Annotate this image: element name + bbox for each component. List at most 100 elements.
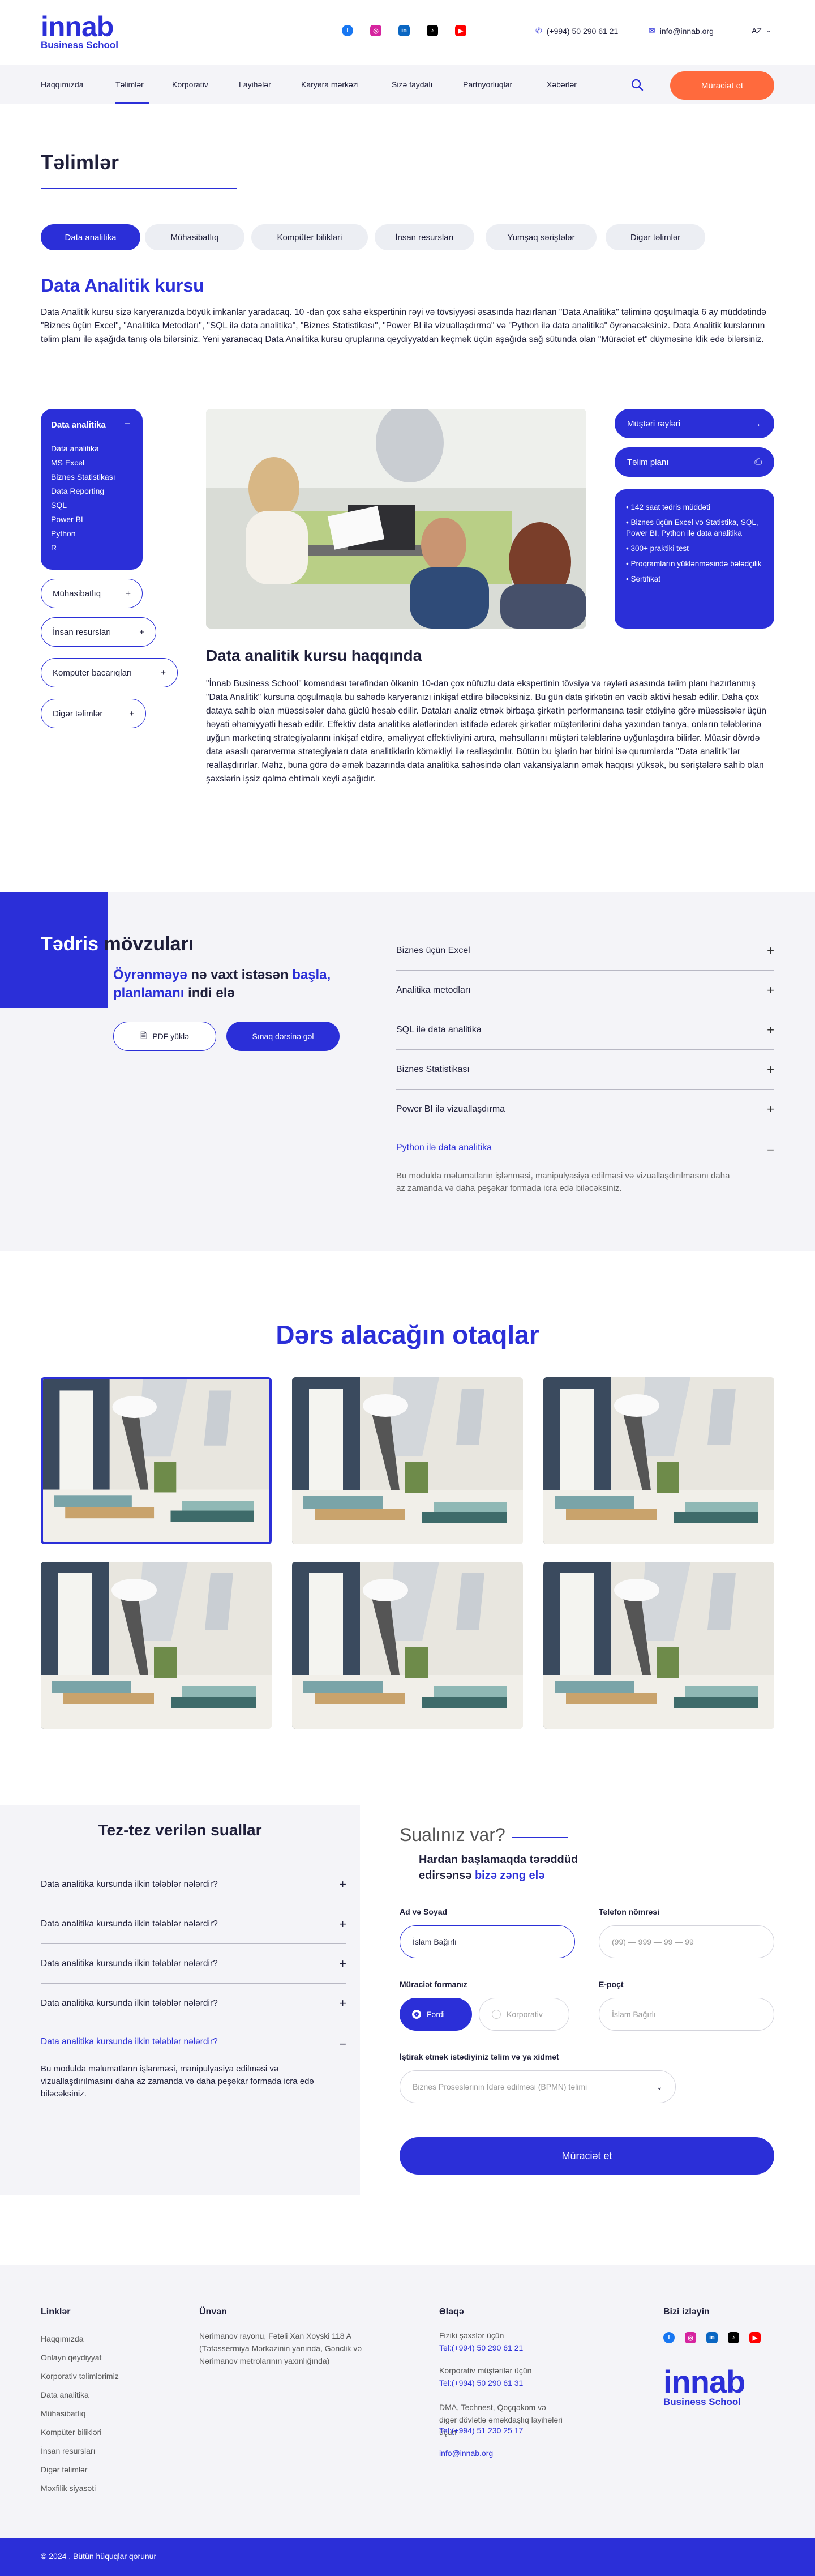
- mail-icon: ✉: [649, 26, 655, 35]
- room-photo[interactable]: [41, 1377, 272, 1544]
- nav-item-projects[interactable]: Layihələr: [239, 80, 271, 89]
- topic-open-text: Bu modulda məlumatların işlənməsi, manip…: [396, 1171, 730, 1193]
- footer-link[interactable]: Onlayn qeydiyyat: [41, 2348, 119, 2367]
- minus-icon[interactable]: −: [125, 418, 131, 430]
- trial-lesson-button[interactable]: Sınaq dərsinə gəl: [226, 1022, 340, 1051]
- footer-link[interactable]: Korporativ təlimlərimiz: [41, 2367, 119, 2386]
- room-photo[interactable]: [292, 1377, 523, 1544]
- tiktok-icon[interactable]: ♪: [728, 2332, 739, 2343]
- youtube-icon[interactable]: ▶: [749, 2332, 761, 2343]
- footer-link[interactable]: Haqqımızda: [41, 2330, 119, 2348]
- faq-item[interactable]: Data analitika kursunda ilkin tələblər n…: [41, 1944, 346, 1984]
- reviews-button[interactable]: Müştəri rəyləri →: [615, 409, 774, 438]
- type-corporate-radio[interactable]: Korporativ: [479, 1998, 569, 2031]
- plus-icon: +: [767, 1022, 774, 1037]
- language-select[interactable]: AZ ⌄: [752, 26, 771, 35]
- sidebar-item-data[interactable]: Data analitika: [51, 442, 115, 456]
- tiktok-icon[interactable]: ♪: [427, 25, 438, 36]
- logo[interactable]: innab Business School: [41, 12, 118, 51]
- footer-link[interactable]: Kompüter bilikləri: [41, 2423, 119, 2442]
- footer-link[interactable]: Mühasibatlıq: [41, 2404, 119, 2423]
- nav-item-news[interactable]: Xəbərlər: [547, 80, 577, 89]
- type-personal-radio[interactable]: Fərdi: [400, 1998, 472, 2031]
- sidebar-item-excel[interactable]: MS Excel: [51, 456, 115, 470]
- training-plan-button[interactable]: Təlim planı ⎙: [615, 447, 774, 477]
- category-chip-hr[interactable]: İnsan resursları: [375, 224, 474, 250]
- nav-item-partnerships[interactable]: Partnyorluqlar: [463, 80, 512, 89]
- form-submit-button[interactable]: Müraciət et: [400, 2137, 774, 2175]
- footer-logo[interactable]: innab Business School: [663, 2366, 745, 2408]
- sidebar-active-group: Data analitika − Data analitika MS Excel…: [41, 409, 143, 570]
- sidebar-item-powerbi[interactable]: Power BI: [51, 512, 115, 527]
- minus-icon: −: [767, 1143, 774, 1157]
- category-chip-data[interactable]: Data analitika: [41, 224, 140, 250]
- type-label: Müraciət formanız: [400, 1980, 467, 1989]
- sidebar-active-title[interactable]: Data analitika: [51, 420, 106, 430]
- faq-item[interactable]: Data analitika kursunda ilkin tələblər n…: [41, 1904, 346, 1944]
- page-title: Təlimlər: [41, 151, 119, 174]
- phone-input[interactable]: (99) — 999 — 99 — 99: [599, 1925, 774, 1958]
- topic-item[interactable]: Biznes Statistikası +: [396, 1050, 774, 1090]
- training-select[interactable]: Biznes Proseslərinin İdarə edilməsi (BPM…: [400, 2070, 676, 2103]
- sidebar-item-statistics[interactable]: Biznes Statistikası: [51, 470, 115, 484]
- youtube-icon[interactable]: ▶: [455, 25, 466, 36]
- footer-contact-email[interactable]: info@innab.org: [439, 2449, 493, 2458]
- room-photo[interactable]: [41, 1562, 272, 1729]
- category-chip-computer[interactable]: Kompüter bilikləri: [251, 224, 368, 250]
- facebook-icon[interactable]: f: [663, 2332, 675, 2343]
- header-apply-button[interactable]: Müraciət et: [670, 71, 774, 100]
- topic-item-open[interactable]: Python ilə data analitika Bu modulda məl…: [396, 1129, 774, 1225]
- name-input[interactable]: İslam Bağırlı: [400, 1925, 575, 1958]
- about-title: Data analitik kursu haqqında: [206, 647, 422, 664]
- plus-icon: +: [339, 1916, 346, 1931]
- room-photo[interactable]: [292, 1562, 523, 1729]
- footer-contact-phone[interactable]: Tel:(+994) 51 230 25 17: [439, 2426, 523, 2435]
- room-photo[interactable]: [543, 1377, 774, 1544]
- sidebar-group-hr[interactable]: İnsan resursları +: [41, 617, 156, 647]
- nav-item-about[interactable]: Haqqımızda: [41, 80, 83, 89]
- faq-item[interactable]: Data analitika kursunda ilkin tələblər n…: [41, 1984, 346, 2023]
- linkedin-icon[interactable]: in: [706, 2332, 718, 2343]
- sidebar-group-accounting[interactable]: Mühasibatlıq +: [41, 579, 143, 608]
- sidebar-item-python[interactable]: Python: [51, 527, 115, 541]
- footer-contact-phone[interactable]: Tel:(+994) 50 290 61 21: [439, 2343, 523, 2352]
- header-phone[interactable]: ✆ (+994) 50 290 61 21: [535, 26, 618, 36]
- linkedin-icon[interactable]: in: [398, 25, 410, 36]
- top-header: innab Business School f ◎ in ♪ ▶ ✆ (+994…: [0, 0, 815, 65]
- search-icon[interactable]: [630, 78, 644, 92]
- topic-item[interactable]: Power BI ilə vizuallaşdırma +: [396, 1090, 774, 1129]
- facebook-icon[interactable]: f: [342, 25, 353, 36]
- footer-link[interactable]: Data analitika: [41, 2386, 119, 2404]
- sidebar-group-other[interactable]: Digər təlimlər +: [41, 699, 146, 728]
- topic-item[interactable]: Biznes üçün Excel +: [396, 931, 774, 971]
- instagram-icon[interactable]: ◎: [370, 25, 381, 36]
- room-photo[interactable]: [543, 1562, 774, 1729]
- faq-item-open[interactable]: Data analitika kursunda ilkin tələblər n…: [41, 2023, 346, 2118]
- topic-item[interactable]: SQL ilə data analitika +: [396, 1010, 774, 1050]
- instagram-icon[interactable]: ◎: [685, 2332, 696, 2343]
- category-chip-softskills[interactable]: Yumşaq səriştələr: [486, 224, 597, 250]
- sidebar-group-computer[interactable]: Kompüter bacarıqları +: [41, 658, 178, 687]
- nav-item-useful[interactable]: Sizə faydalı: [392, 80, 432, 89]
- email-input[interactable]: İslam Bağırlı: [599, 1998, 774, 2031]
- sidebar-item-r[interactable]: R: [51, 541, 115, 555]
- nav-item-trainings[interactable]: Təlimlər: [115, 80, 144, 89]
- footer-link[interactable]: Məxfilik siyasəti: [41, 2479, 119, 2498]
- faq-item[interactable]: Data analitika kursunda ilkin tələblər n…: [41, 1865, 346, 1904]
- topic-item[interactable]: Analitika metodları +: [396, 971, 774, 1010]
- header-email[interactable]: ✉ info@innab.org: [649, 26, 714, 36]
- footer-contact-phone[interactable]: Tel:(+994) 50 290 61 31: [439, 2378, 523, 2387]
- footer-link[interactable]: İnsan resursları: [41, 2442, 119, 2460]
- category-chip-other[interactable]: Digər təlimlər: [606, 224, 705, 250]
- footer-contact-label: Korporativ müştərilər üçün: [439, 2366, 532, 2375]
- nav-item-career[interactable]: Karyera mərkəzi: [301, 80, 359, 89]
- pdf-download-button[interactable]: 🗎 PDF yüklə: [113, 1022, 216, 1051]
- chevron-down-icon: ⌄: [656, 2082, 663, 2091]
- about-text: "İnnab Business School" komandası tərəfi…: [206, 679, 766, 784]
- plus-icon: +: [161, 668, 166, 678]
- category-chip-accounting[interactable]: Mühasibatlıq: [145, 224, 244, 250]
- nav-item-corporate[interactable]: Korporativ: [172, 80, 208, 89]
- sidebar-item-sql[interactable]: SQL: [51, 498, 115, 512]
- sidebar-item-reporting[interactable]: Data Reporting: [51, 484, 115, 498]
- footer-link[interactable]: Digər təlimlər: [41, 2460, 119, 2479]
